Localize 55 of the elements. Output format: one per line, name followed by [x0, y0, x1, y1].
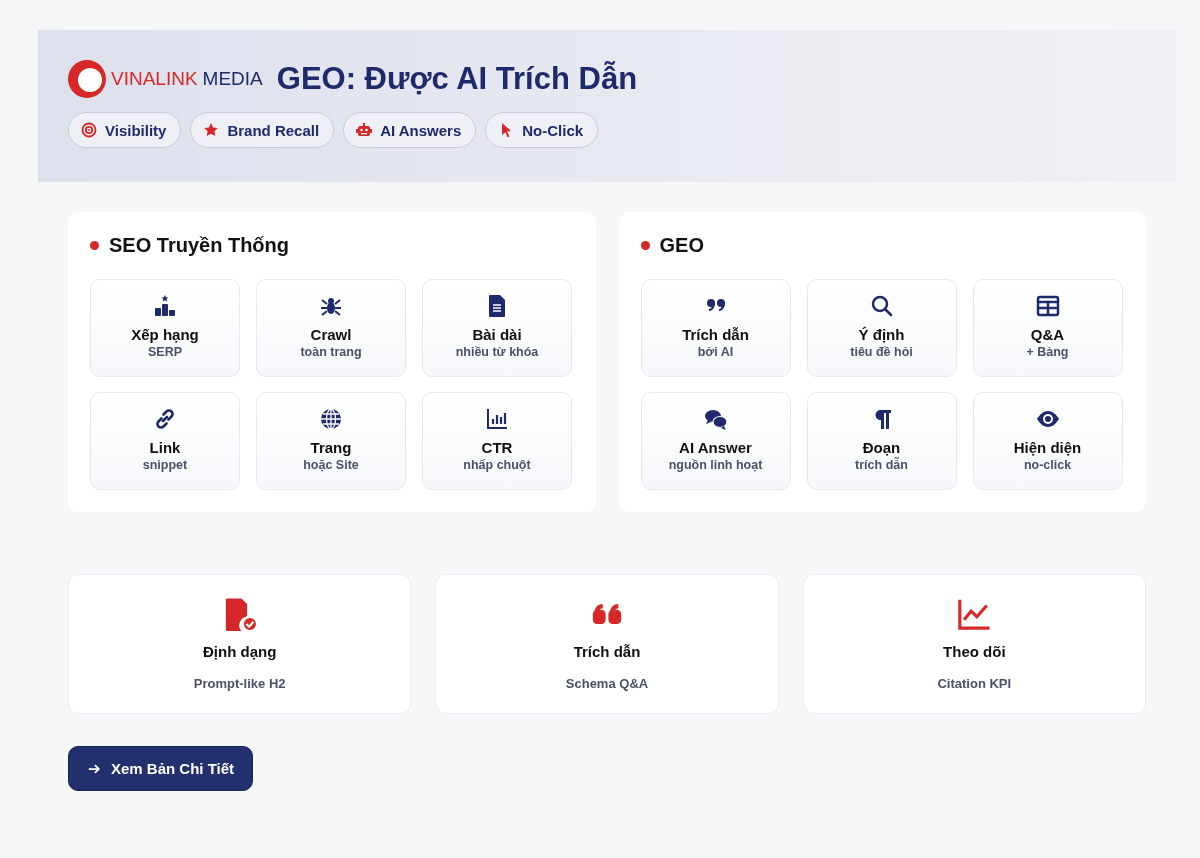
arrow-right-icon	[87, 761, 101, 776]
tile-subtitle: hoặc Site	[303, 458, 359, 472]
tag-chip[interactable]: Brand Recall	[190, 112, 335, 148]
line-chart-icon	[957, 597, 992, 631]
tag-chip[interactable]: No-Click	[485, 112, 599, 148]
tag-chip[interactable]: Visibility	[68, 112, 182, 148]
logo-ring-icon	[68, 60, 106, 98]
bullet-dot-icon	[640, 241, 650, 250]
page-title: GEO: Được AI Trích Dẫn	[276, 61, 638, 97]
tile-title: Q&A	[1030, 326, 1065, 343]
tile-title: CTR	[481, 439, 513, 456]
logo-suffix: MEDIA	[202, 68, 263, 90]
robot-icon	[356, 122, 373, 138]
section-title: GEO	[659, 234, 704, 257]
tile-subtitle: toàn trang	[300, 345, 362, 359]
tile-title: Đoạn	[862, 439, 901, 456]
tile-title: Xếp hạng	[131, 326, 199, 343]
tile-title: Trang	[310, 439, 352, 456]
tile-title: Crawl	[310, 326, 352, 343]
tile-subtitle: trích dẫn	[855, 458, 908, 472]
tile-subtitle: bởi AI	[697, 345, 734, 359]
chat-bubbles-icon	[703, 407, 728, 431]
details-button[interactable]: Xem Bản Chi Tiết	[68, 746, 254, 791]
tile-title: AI Answer	[679, 439, 752, 456]
tile-title: Trích dẫn	[682, 326, 749, 343]
feature-title: Định dạng	[203, 643, 277, 660]
section-title: SEO Truyền Thống	[109, 234, 289, 257]
feature-subtitle: Schema Q&A	[565, 676, 649, 691]
tile-title: Ý định	[858, 326, 905, 343]
tile-title: Hiện diện	[1013, 439, 1082, 456]
tile-subtitle: nguồn linh hoạt	[668, 458, 763, 472]
tile-subtitle: nhấp chuột	[463, 458, 531, 472]
feature-title: Theo dõi	[943, 643, 1006, 660]
tile-subtitle: tiêu đề hỏi	[850, 345, 913, 359]
tile-subtitle: + Bảng	[1026, 345, 1069, 359]
search-icon	[869, 294, 894, 318]
feature-subtitle: Citation KPI	[937, 676, 1012, 691]
feature-subtitle: Prompt-like H2	[193, 676, 286, 691]
tile-title: Bài dài	[472, 326, 522, 343]
globe-icon	[319, 407, 343, 431]
tile-subtitle: nhiều từ khóa	[455, 345, 539, 359]
logo-brand: VINALINK	[111, 68, 198, 90]
tile-subtitle: snippet	[142, 458, 188, 472]
tile-subtitle: SERP	[147, 345, 182, 359]
star-icon	[203, 122, 220, 138]
bar-chart-icon	[485, 407, 509, 431]
ranking-icon	[153, 294, 177, 318]
target-icon	[81, 122, 97, 138]
tag-chip[interactable]: AI Answers	[343, 112, 477, 148]
tile-title: Link	[149, 439, 181, 456]
bullet-dot-icon	[90, 241, 99, 250]
link-icon	[153, 407, 177, 431]
tile-subtitle: no-click	[1023, 458, 1072, 472]
table-icon	[1035, 294, 1060, 318]
feature-title: Trích dẫn	[573, 643, 641, 660]
